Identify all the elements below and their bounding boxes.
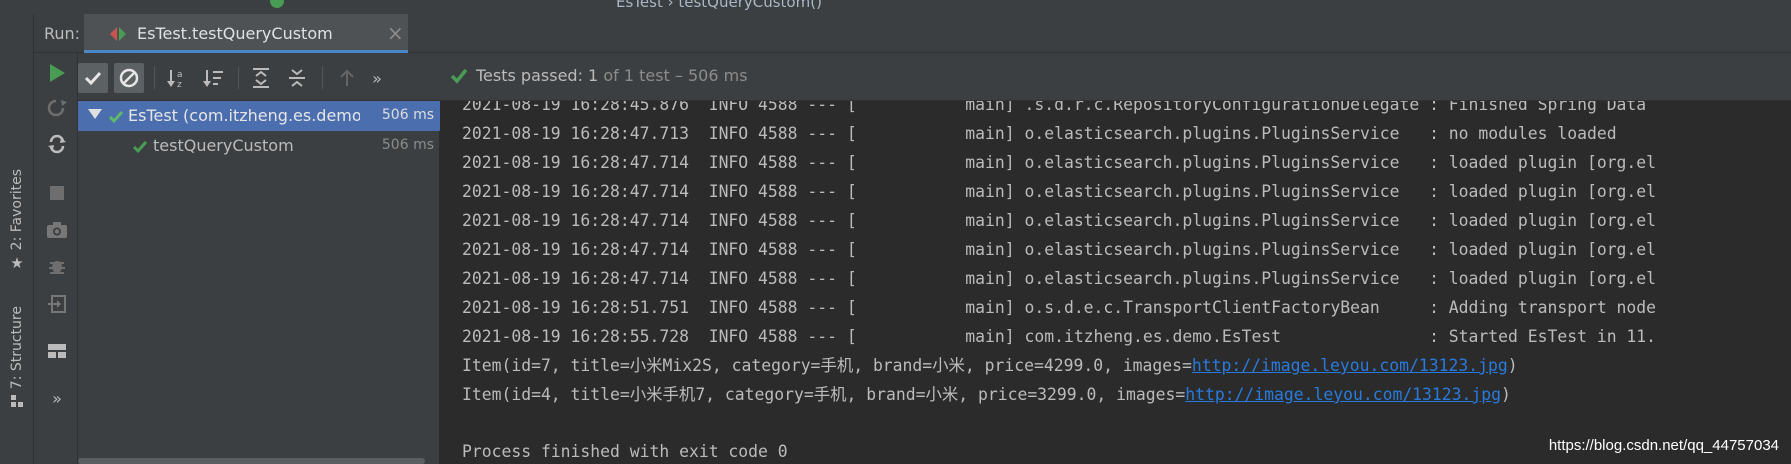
rerun-icon[interactable]	[44, 60, 70, 86]
passed-check-icon	[132, 139, 148, 158]
item-text-end: )	[1507, 356, 1518, 375]
item-text-end: )	[1501, 385, 1511, 404]
horizontal-scrollbar[interactable]	[78, 458, 425, 464]
test-results-toolbar: az » Tests passed: 1 of 1 test – 506 ms	[78, 53, 1791, 101]
test-config-icon	[110, 26, 126, 41]
console-item-line: Item(id=4, title=小米手机7, category=手机, bra…	[462, 380, 1511, 409]
run-tool-window-header: Run: EsTest.testQueryCustom ×	[34, 14, 1791, 53]
toolbar-separator	[238, 67, 239, 89]
console-item-line: Item(id=7, title=小米Mix2S, category=手机, b…	[462, 351, 1518, 380]
console-log-line: 2021-08-19 16:28:55.728 INFO 4588 --- [ …	[462, 327, 1657, 346]
show-ignored-toggle[interactable]	[114, 63, 144, 93]
toggle-auto-test-icon[interactable]	[44, 131, 70, 157]
previous-failed-icon[interactable]	[332, 63, 362, 93]
sort-alphabetically-icon[interactable]: az	[162, 63, 192, 93]
expand-toolbar-icon[interactable]: »	[362, 63, 392, 93]
left-tool-window-strip: ★ 2: Favorites 7: Structure	[0, 14, 34, 464]
close-icon[interactable]: ×	[387, 21, 404, 45]
more-actions-icon[interactable]: »	[44, 385, 70, 411]
watermark-text: https://blog.csdn.net/qq_44757034	[1546, 437, 1781, 454]
favorites-tab[interactable]: ★ 2: Favorites	[4, 169, 30, 272]
expand-all-icon[interactable]	[246, 63, 276, 93]
svg-text:a: a	[177, 70, 183, 80]
console-output[interactable]: 2021-08-19 16:28:45.876 INFO 4588 --- [ …	[441, 101, 1791, 464]
editor-breadcrumb: EsTest › testQueryCustom()	[616, 0, 822, 11]
run-actions-toolbar: »	[34, 53, 78, 464]
rerun-failed-icon[interactable]	[44, 95, 70, 121]
debug-bug-icon[interactable]	[44, 253, 70, 279]
structure-icon	[11, 393, 23, 411]
tree-node-method-time: 506 ms	[381, 137, 434, 153]
passed-check-icon	[108, 109, 124, 128]
item-text: Item(id=4, title=小米手机7, category=手机, bra…	[462, 385, 1186, 404]
editor-title-strip: EsTest › testQueryCustom()	[0, 0, 1791, 14]
console-log-line: 2021-08-19 16:28:47.714 INFO 4588 --- [ …	[462, 269, 1657, 288]
svg-text:z: z	[177, 80, 182, 88]
console-log-line: 2021-08-19 16:28:47.714 INFO 4588 --- [ …	[462, 211, 1657, 230]
star-icon: ★	[10, 254, 24, 273]
tree-node-class[interactable]: EsTest (com.itzheng.es.demo 506 ms	[78, 101, 440, 131]
test-status-text: Tests passed: 1 of 1 test – 506 ms	[476, 66, 748, 85]
tree-node-class-name: EsTest (com.itzheng.es.demo	[128, 106, 360, 125]
run-tab-title: EsTest.testQueryCustom	[137, 24, 333, 43]
item-text: Item(id=7, title=小米Mix2S, category=手机, b…	[462, 356, 1192, 375]
collapse-all-icon[interactable]	[282, 63, 312, 93]
structure-tab-label: 7: Structure	[9, 306, 25, 390]
toolbar-separator	[154, 67, 155, 89]
tree-node-class-time: 506 ms	[381, 107, 434, 123]
expand-arrow-icon[interactable]	[88, 109, 102, 119]
passed-check-icon	[450, 68, 468, 88]
status-prefix: Tests passed:	[476, 66, 589, 85]
console-log-line: 2021-08-19 16:28:45.876 INFO 4588 --- [ …	[462, 101, 1647, 114]
test-tree: EsTest (com.itzheng.es.demo 506 ms testQ…	[78, 101, 440, 464]
tree-node-method[interactable]: testQueryCustom 506 ms	[78, 131, 440, 161]
toolbar-separator	[322, 67, 323, 89]
console-log-line: 2021-08-19 16:28:51.751 INFO 4588 --- [ …	[462, 298, 1657, 317]
camera-icon[interactable]	[44, 217, 70, 243]
console-log-line: 2021-08-19 16:28:47.714 INFO 4588 --- [ …	[462, 153, 1657, 172]
status-suffix: of 1 test – 506 ms	[598, 66, 748, 85]
console-log-line: 2021-08-19 16:28:47.714 INFO 4588 --- [ …	[462, 182, 1657, 201]
console-exit-line: Process finished with exit code 0	[462, 442, 788, 461]
stop-icon[interactable]	[44, 180, 70, 206]
import-tests-icon[interactable]	[44, 291, 70, 317]
sort-by-duration-icon[interactable]	[198, 63, 228, 93]
status-count: 1	[588, 66, 599, 85]
run-config-tab[interactable]: EsTest.testQueryCustom ×	[84, 14, 408, 53]
image-link[interactable]: http://image.leyou.com/13123.jpg	[1185, 385, 1501, 404]
layout-icon[interactable]	[44, 338, 70, 364]
structure-tab[interactable]: 7: Structure	[4, 306, 30, 411]
show-passed-toggle[interactable]	[78, 63, 108, 93]
tree-node-method-name: testQueryCustom	[153, 136, 294, 155]
console-log-line: 2021-08-19 16:28:47.713 INFO 4588 --- [ …	[462, 124, 1617, 143]
image-link[interactable]: http://image.leyou.com/13123.jpg	[1192, 356, 1508, 375]
console-log-line: 2021-08-19 16:28:47.714 INFO 4588 --- [ …	[462, 240, 1657, 259]
run-status-icon	[270, 0, 284, 8]
favorites-tab-label: 2: Favorites	[9, 169, 25, 251]
run-label: Run:	[44, 24, 81, 43]
